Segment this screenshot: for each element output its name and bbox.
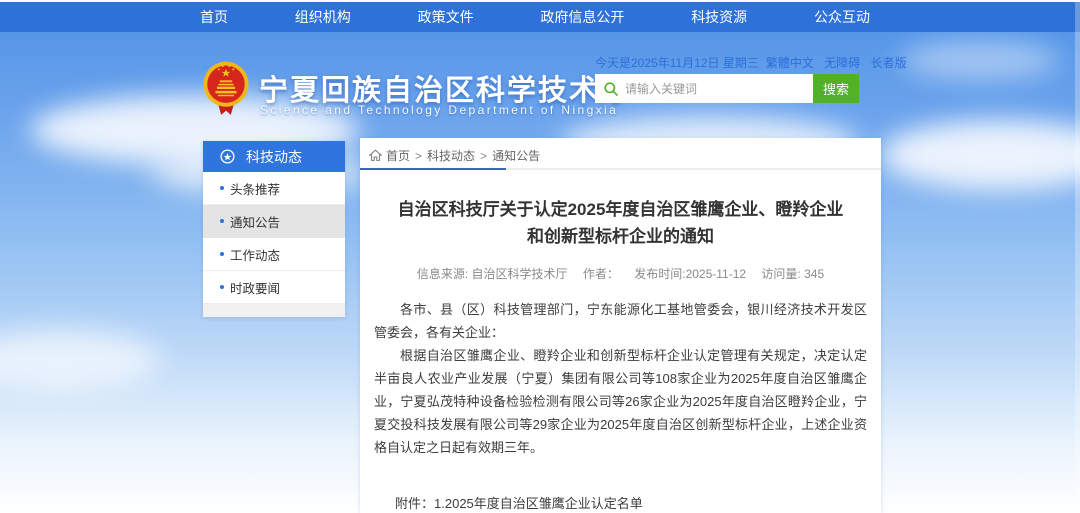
nav-item-public-interaction[interactable]: 公众互动 — [804, 2, 880, 32]
breadcrumb-scitech-news[interactable]: 科技动态 — [427, 147, 475, 164]
search-icon — [603, 81, 619, 97]
breadcrumb-home[interactable]: 首页 — [386, 147, 410, 164]
national-emblem-icon — [202, 59, 250, 119]
article-paragraph: 根据自治区雏鹰企业、瞪羚企业和创新型标杆企业认定管理有关规定，决定认定半亩良人农… — [374, 344, 867, 459]
article-paragraph: 各市、县（区）科技管理部门，宁东能源化工基地管委会，银川经济技术开发区管委会，各… — [374, 298, 867, 344]
sidebar-header-scitech-news[interactable]: 科技动态 — [203, 141, 345, 172]
breadcrumb: 首页 > 科技动态 > 通知公告 — [360, 138, 881, 162]
bullet-dot-icon — [220, 219, 224, 223]
link-traditional-chinese[interactable]: 繁體中文 — [766, 56, 814, 70]
home-icon — [369, 149, 382, 162]
cloud-decoration — [0, 330, 160, 390]
link-elder-version[interactable]: 长者版 — [871, 56, 907, 70]
bullet-dot-icon — [220, 285, 224, 289]
sidebar-item-label: 头条推荐 — [230, 179, 280, 198]
attachments-label: 附件： — [395, 493, 434, 513]
attachments: 附件： 1.2025年度自治区雏鹰企业认定名单 2.2025年度自治区瞪羚企业认… — [360, 493, 881, 513]
article-title: 自治区科技厅关于认定2025年度自治区雏鹰企业、瞪羚企业 和创新型标杆企业的通知 — [360, 196, 881, 250]
sidebar-item-notices[interactable]: 通知公告 — [203, 205, 345, 238]
cloud-decoration — [880, 120, 1080, 190]
site-subtitle: Science and Technology Department of Nin… — [260, 103, 618, 117]
search-button[interactable]: 搜索 — [813, 74, 859, 103]
sidebar: 科技动态 头条推荐 通知公告 工作动态 时政要闻 — [203, 141, 345, 317]
nav-item-organization[interactable]: 组织机构 — [285, 2, 361, 32]
sidebar-footer-strip — [203, 304, 345, 317]
breadcrumb-separator: > — [415, 149, 422, 163]
meta-author: 作者： — [583, 267, 619, 281]
scrollbar[interactable] — [1075, 2, 1080, 513]
meta-views: 访问量: 345 — [761, 267, 824, 281]
circle-star-icon — [219, 148, 236, 165]
sidebar-item-work-dynamics[interactable]: 工作动态 — [203, 238, 345, 271]
search-input[interactable] — [625, 82, 813, 96]
current-date: 今天是2025年11月12日 星期三 — [595, 54, 759, 71]
sidebar-title: 科技动态 — [246, 147, 302, 167]
bullet-dot-icon — [220, 252, 224, 256]
link-accessibility[interactable]: 无障碍 — [824, 56, 860, 70]
breadcrumb-separator: > — [480, 149, 487, 163]
article-body: 各市、县（区）科技管理部门，宁东能源化工基地管委会，银川经济技术开发区管委会，各… — [360, 298, 881, 459]
sidebar-item-label: 工作动态 — [230, 245, 280, 264]
national-emblem-logo[interactable] — [202, 59, 250, 119]
breadcrumb-divider — [360, 168, 881, 170]
top-nav: 首页 组织机构 政策文件 政府信息公开 科技资源 公众互动 — [0, 2, 1080, 32]
meta-publish-date: 发布时间:2025-11-12 — [634, 267, 746, 281]
sidebar-item-current-politics[interactable]: 时政要闻 — [203, 271, 345, 304]
sidebar-item-label: 通知公告 — [230, 212, 280, 231]
nav-item-home[interactable]: 首页 — [190, 2, 238, 32]
content-panel: 首页 > 科技动态 > 通知公告 自治区科技厅关于认定2025年度自治区雏鹰企业… — [360, 138, 881, 513]
page: 首页 组织机构 政策文件 政府信息公开 科技资源 公众互动 — [0, 0, 1080, 513]
attachment-link-eagle-list[interactable]: 1.2025年度自治区雏鹰企业认定名单 — [434, 493, 682, 513]
sidebar-item-label: 时政要闻 — [230, 278, 280, 297]
meta-source: 信息来源: 自治区科学技术厅 — [417, 267, 568, 281]
bullet-dot-icon — [220, 186, 224, 190]
cloud-decoration — [900, 40, 1060, 80]
nav-item-policy-documents[interactable]: 政策文件 — [408, 2, 484, 32]
sidebar-item-headline-recommend[interactable]: 头条推荐 — [203, 172, 345, 205]
nav-item-gov-info-disclosure[interactable]: 政府信息公开 — [530, 2, 634, 32]
nav-item-sci-tech-resources[interactable]: 科技资源 — [681, 2, 757, 32]
breadcrumb-notices[interactable]: 通知公告 — [492, 147, 540, 164]
utility-bar: 今天是2025年11月12日 星期三 繁體中文 无障碍 长者版 — [595, 54, 875, 71]
article-meta: 信息来源: 自治区科学技术厅 作者： 发布时间:2025-11-12 访问量: … — [360, 265, 881, 282]
search-bar: 搜索 — [595, 74, 859, 103]
